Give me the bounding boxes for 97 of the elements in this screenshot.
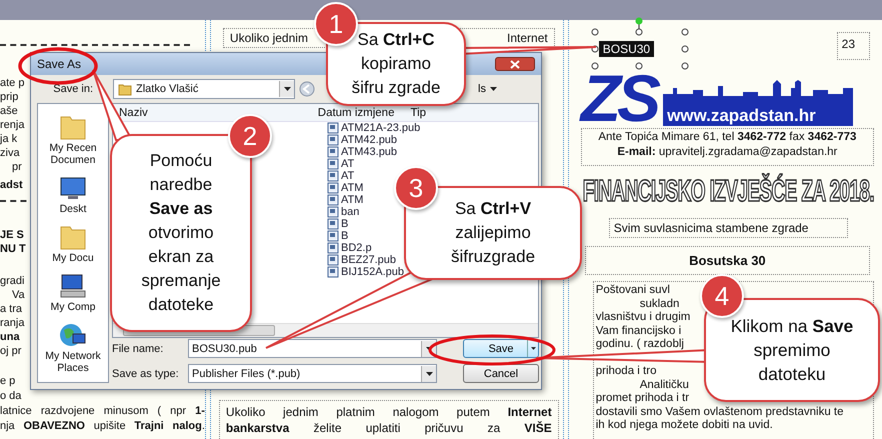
document-icon (327, 206, 339, 218)
file-name-field[interactable]: BOSU30.pub (188, 339, 437, 358)
text-line: Ukoliko jednim (230, 31, 308, 45)
text-line: oj pr (0, 344, 22, 358)
text-line: nja OBAVEZNO upišite Trajni nalog. (0, 419, 205, 434)
folder-dropdown[interactable]: Zlatko Vlašić (113, 79, 295, 99)
place-item[interactable]: My Docu (40, 222, 106, 264)
document-icon (327, 170, 339, 182)
selected-text[interactable]: BOSU30 (598, 41, 654, 57)
file-item[interactable]: B (327, 218, 348, 230)
document-icon (327, 134, 339, 146)
document-icon (327, 158, 339, 170)
column-header[interactable]: Datum izmjene (318, 106, 394, 118)
field-label: Save as type: (112, 368, 180, 380)
close-icon (510, 60, 520, 68)
callout-text: Pomoću naredbe Save as otvorimo ekran za spremanje datoteke (141, 150, 221, 316)
close-button[interactable] (495, 57, 535, 71)
file-item[interactable]: ATM (327, 182, 364, 194)
text-line: promet prihoda i tr (596, 392, 690, 406)
column-header[interactable]: Tip (410, 106, 426, 118)
step-number: 1 (314, 2, 358, 46)
text-line: Analitičku (638, 378, 689, 392)
text-line: e p (0, 374, 16, 389)
file-item[interactable]: AT (327, 158, 354, 170)
step-number: 4 (700, 274, 744, 318)
text-line: Ukoliko jednim platnim nalogom putem Internet (226, 404, 552, 420)
place-item[interactable]: My Recen Documen (40, 112, 106, 166)
text-line: prihoda i tro (596, 364, 656, 379)
text-line: prip (0, 90, 18, 104)
file-type-dropdown[interactable]: Publisher Files (*.pub) (188, 364, 437, 383)
file-item[interactable]: BIJ152A.pub (327, 266, 404, 278)
place-item[interactable]: My Comp (40, 271, 106, 314)
field-label: File name: (112, 342, 164, 354)
file-item[interactable]: B (327, 230, 348, 242)
folder-icon (118, 82, 132, 96)
text-line: ja k (0, 132, 18, 146)
text-line: Internet (507, 31, 548, 45)
save-button[interactable]: Save (463, 339, 539, 358)
text-line: Poštovani suvl (596, 284, 670, 298)
caret-icon (490, 87, 497, 91)
document-icon (327, 230, 339, 242)
document-icon (327, 254, 339, 266)
text-line: ziva (0, 146, 20, 160)
text-line: adst (0, 178, 23, 192)
logo-url: www.zapadstan.hr (663, 106, 854, 126)
text-line: dostavili smo Vašem ovlaštenom predstavniku te (596, 406, 844, 420)
document-icon (327, 182, 339, 194)
text-line: renja (0, 118, 24, 132)
cancel-button[interactable]: Cancel (463, 364, 539, 383)
text-line: a tra (0, 302, 22, 316)
text-line: godinu. ( razdoblj (596, 338, 684, 352)
tools-menu[interactable]: ls (478, 83, 497, 95)
file-item[interactable]: ATM43.pub (327, 146, 398, 158)
file-item[interactable]: AT (327, 170, 354, 182)
file-item[interactable]: ban (327, 206, 360, 218)
address-line: E-mail: upravitelj.zgradama@zapadstan.hr (617, 145, 838, 160)
file-item[interactable]: BEZ27.pub (327, 254, 396, 266)
document-icon (327, 194, 339, 206)
text-line: una (0, 330, 20, 344)
document-icon (327, 266, 339, 278)
file-item[interactable]: ATM42.pub (327, 134, 398, 146)
text-line: sukladn (638, 298, 680, 312)
caret-icon (530, 347, 536, 350)
address-line: Ante Topića Mimare 61, tel 3462-772 fax 3462-773 (598, 130, 856, 145)
text-line: pr (11, 160, 22, 174)
page-number: 23 (836, 32, 870, 60)
logo-letters: ZS (580, 70, 658, 126)
text-line: latnice razdvojene minusom ( npr 1- (0, 404, 205, 419)
text-line: o da (0, 389, 22, 404)
text-line: vlasništvu i drugim (596, 311, 690, 325)
document-icon (327, 242, 339, 254)
building-name: Bosutska 30 (584, 246, 870, 275)
subtitle: Svim suvlasnicima stambene zgrade (608, 218, 848, 238)
file-item[interactable]: BD2.p (327, 242, 372, 254)
text-line: NU T (0, 242, 26, 256)
text-line: JE S (0, 228, 24, 242)
column-header[interactable]: Naziv (119, 106, 148, 118)
callout-text: Klikom na Save spremimo datoteku (730, 315, 854, 386)
back-icon[interactable] (299, 81, 315, 97)
text-line: Va (11, 288, 25, 302)
text-line: ranja (0, 316, 24, 330)
dialog-title: Save As (37, 57, 82, 71)
text-line: aše (0, 104, 18, 118)
text-line: gradi (0, 274, 24, 288)
place-item[interactable]: Deskt (40, 172, 106, 215)
place-item[interactable]: My Network Places (40, 320, 106, 374)
file-item[interactable]: ATM (327, 194, 364, 206)
document-icon (327, 146, 339, 158)
report-title: FINANCIJSKO IZVJEŠĆE ZA 2018. (582, 175, 874, 211)
callout-text: Sa Ctrl+V zalijepimo šifruzgrade (450, 198, 536, 268)
document-icon (327, 218, 339, 230)
text-line: ate p (0, 76, 24, 90)
file-item[interactable]: ATM21A-23.pub (327, 122, 420, 134)
field-label: Save in: (52, 83, 94, 95)
text-line: bankarstva želite uplatiti pričuvu za VIŠE (226, 420, 552, 436)
text-line: Vam financijsko i (596, 324, 682, 338)
text-line: ih kod njega možete dobiti na uvid. (596, 419, 773, 433)
